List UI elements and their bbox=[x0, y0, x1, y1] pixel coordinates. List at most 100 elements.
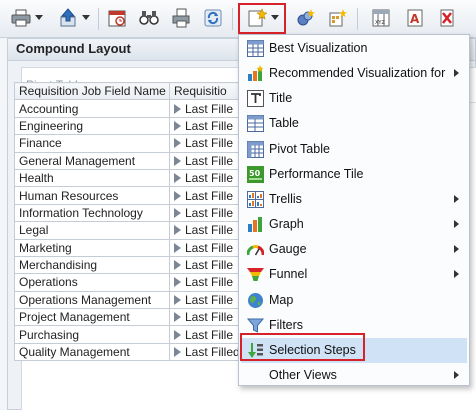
measure-label: Last Fille bbox=[185, 240, 234, 255]
menu-item-label: Funnel bbox=[269, 267, 308, 282]
menu-item-trellis[interactable]: Trellis bbox=[241, 187, 467, 212]
expand-triangle-icon[interactable] bbox=[174, 329, 181, 340]
menu-item-label: Table bbox=[269, 116, 299, 131]
measure-label: Last Fille bbox=[185, 205, 234, 220]
preview-binoculars-icon[interactable] bbox=[138, 7, 160, 29]
menu-item-performance-tile[interactable]: 50 Performance Tile bbox=[241, 162, 467, 187]
expand-triangle-icon[interactable] bbox=[174, 277, 181, 288]
job-field-cell: Finance bbox=[14, 134, 170, 153]
menu-item-recommended-visualization-for[interactable]: Recommended Visualization for bbox=[241, 61, 467, 86]
funnel-icon bbox=[247, 266, 264, 283]
job-field-cell: Operations Management bbox=[14, 290, 170, 310]
menu-item-label: Filters bbox=[269, 317, 304, 332]
measure-label: Last Fille bbox=[185, 136, 234, 151]
print-icon[interactable] bbox=[10, 7, 32, 29]
measure-label: Last Fille bbox=[185, 327, 234, 342]
menu-item-other-views[interactable]: Other Views bbox=[241, 363, 467, 388]
measure-label: Last Fille bbox=[185, 188, 234, 203]
refresh-icon[interactable] bbox=[202, 7, 224, 29]
expand-triangle-icon[interactable] bbox=[174, 242, 181, 253]
submenu-arrow-icon bbox=[454, 194, 459, 203]
menu-item-label: Trellis bbox=[269, 191, 302, 206]
expand-triangle-icon[interactable] bbox=[174, 260, 181, 271]
measure-label: Last Fille bbox=[185, 223, 234, 238]
job-field-cell: Merchandising bbox=[14, 255, 170, 275]
column-header[interactable]: Requisition Job Field Name bbox=[14, 81, 170, 101]
submenu-arrow-icon bbox=[454, 370, 459, 379]
menu-item-label: Other Views bbox=[269, 367, 337, 382]
toolbar-divider bbox=[232, 8, 233, 30]
expand-triangle-icon[interactable] bbox=[174, 155, 181, 166]
submenu-arrow-icon bbox=[454, 270, 459, 279]
menu-item-gauge[interactable]: Gauge bbox=[241, 237, 467, 262]
submenu-arrow-icon bbox=[454, 69, 459, 78]
measure-label: Last Fille bbox=[185, 310, 234, 325]
svg-text:A: A bbox=[410, 12, 420, 26]
expand-triangle-icon[interactable] bbox=[174, 225, 181, 236]
graph-icon bbox=[247, 216, 264, 233]
expand-triangle-icon[interactable] bbox=[174, 138, 181, 149]
job-field-cell: Project Management bbox=[14, 308, 170, 327]
job-field-cell: Purchasing bbox=[14, 325, 170, 344]
expand-triangle-icon[interactable] bbox=[174, 190, 181, 201]
menu-item-label: Graph bbox=[269, 217, 304, 232]
menu-item-funnel[interactable]: Funnel bbox=[241, 262, 467, 287]
measure-label: Last Fille bbox=[185, 275, 234, 290]
expand-triangle-icon[interactable] bbox=[174, 207, 181, 218]
measure-label: Last Fille bbox=[185, 171, 234, 186]
measure-label: Last Fille bbox=[185, 118, 234, 133]
schedule-icon[interactable] bbox=[106, 7, 128, 29]
format-text-icon[interactable]: A bbox=[404, 7, 426, 29]
job-field-cell: Human Resources bbox=[14, 186, 170, 205]
measure-label: Last Fille bbox=[185, 292, 234, 307]
job-field-cell: Legal bbox=[14, 221, 170, 240]
menu-item-pivot-table[interactable]: Pivot Table bbox=[241, 137, 467, 162]
toolbar-divider bbox=[98, 8, 99, 30]
menu-item-title[interactable]: Title bbox=[241, 86, 467, 111]
menu-item-label: Title bbox=[269, 91, 293, 106]
job-field-cell: Engineering bbox=[14, 116, 170, 136]
job-field-cell: Quality Management bbox=[14, 342, 170, 362]
combine-results-icon[interactable] bbox=[295, 7, 317, 29]
expand-triangle-icon[interactable] bbox=[174, 312, 181, 323]
recommended-chart-icon bbox=[247, 65, 264, 82]
export-dropdown-caret-icon[interactable] bbox=[82, 15, 90, 21]
menu-item-label: Pivot Table bbox=[269, 141, 330, 156]
menu-item-graph[interactable]: Graph bbox=[241, 212, 467, 237]
expand-triangle-icon[interactable] bbox=[174, 347, 181, 358]
menu-item-label: Best Visualization bbox=[269, 41, 368, 55]
printable-preview-icon[interactable] bbox=[170, 7, 192, 29]
menu-item-label: Recommended Visualization for bbox=[269, 66, 446, 81]
new-calculated-item-icon[interactable] bbox=[327, 7, 349, 29]
expand-triangle-icon[interactable] bbox=[174, 103, 181, 114]
menu-item-map[interactable]: Map bbox=[241, 288, 467, 313]
submenu-arrow-icon bbox=[454, 220, 459, 229]
job-field-cell: Information Technology bbox=[14, 203, 170, 223]
toolbar-divider bbox=[357, 8, 358, 30]
new-view-highlight-box bbox=[238, 3, 286, 34]
submenu-arrow-icon bbox=[454, 245, 459, 254]
gauge-icon bbox=[246, 241, 265, 258]
svg-text:XYZ: XYZ bbox=[375, 20, 385, 26]
measure-label: Last Fille bbox=[185, 101, 234, 116]
expand-triangle-icon[interactable] bbox=[174, 173, 181, 184]
map-icon bbox=[247, 292, 264, 309]
expand-triangle-icon[interactable] bbox=[174, 120, 181, 131]
column-properties-icon[interactable]: XYZ bbox=[370, 7, 392, 29]
menu-item-best-visualization[interactable]: Best Visualization bbox=[241, 36, 467, 61]
menu-item-table[interactable]: Table bbox=[241, 111, 467, 136]
expand-triangle-icon[interactable] bbox=[174, 294, 181, 305]
title-icon bbox=[247, 90, 264, 108]
toolbar: XYZ A bbox=[0, 0, 476, 38]
table-icon bbox=[247, 115, 264, 133]
pivot-table-icon bbox=[247, 140, 264, 158]
filter-icon bbox=[246, 317, 265, 334]
job-field-cell: General Management bbox=[14, 151, 170, 170]
menu-item-label: Gauge bbox=[269, 242, 307, 257]
export-icon[interactable] bbox=[57, 7, 79, 29]
svg-text:50: 50 bbox=[249, 169, 261, 178]
print-dropdown-caret-icon[interactable] bbox=[35, 15, 43, 21]
measure-label: Last Fille bbox=[185, 258, 234, 273]
job-field-cell: Marketing bbox=[14, 238, 170, 257]
delete-view-icon[interactable] bbox=[436, 7, 458, 29]
